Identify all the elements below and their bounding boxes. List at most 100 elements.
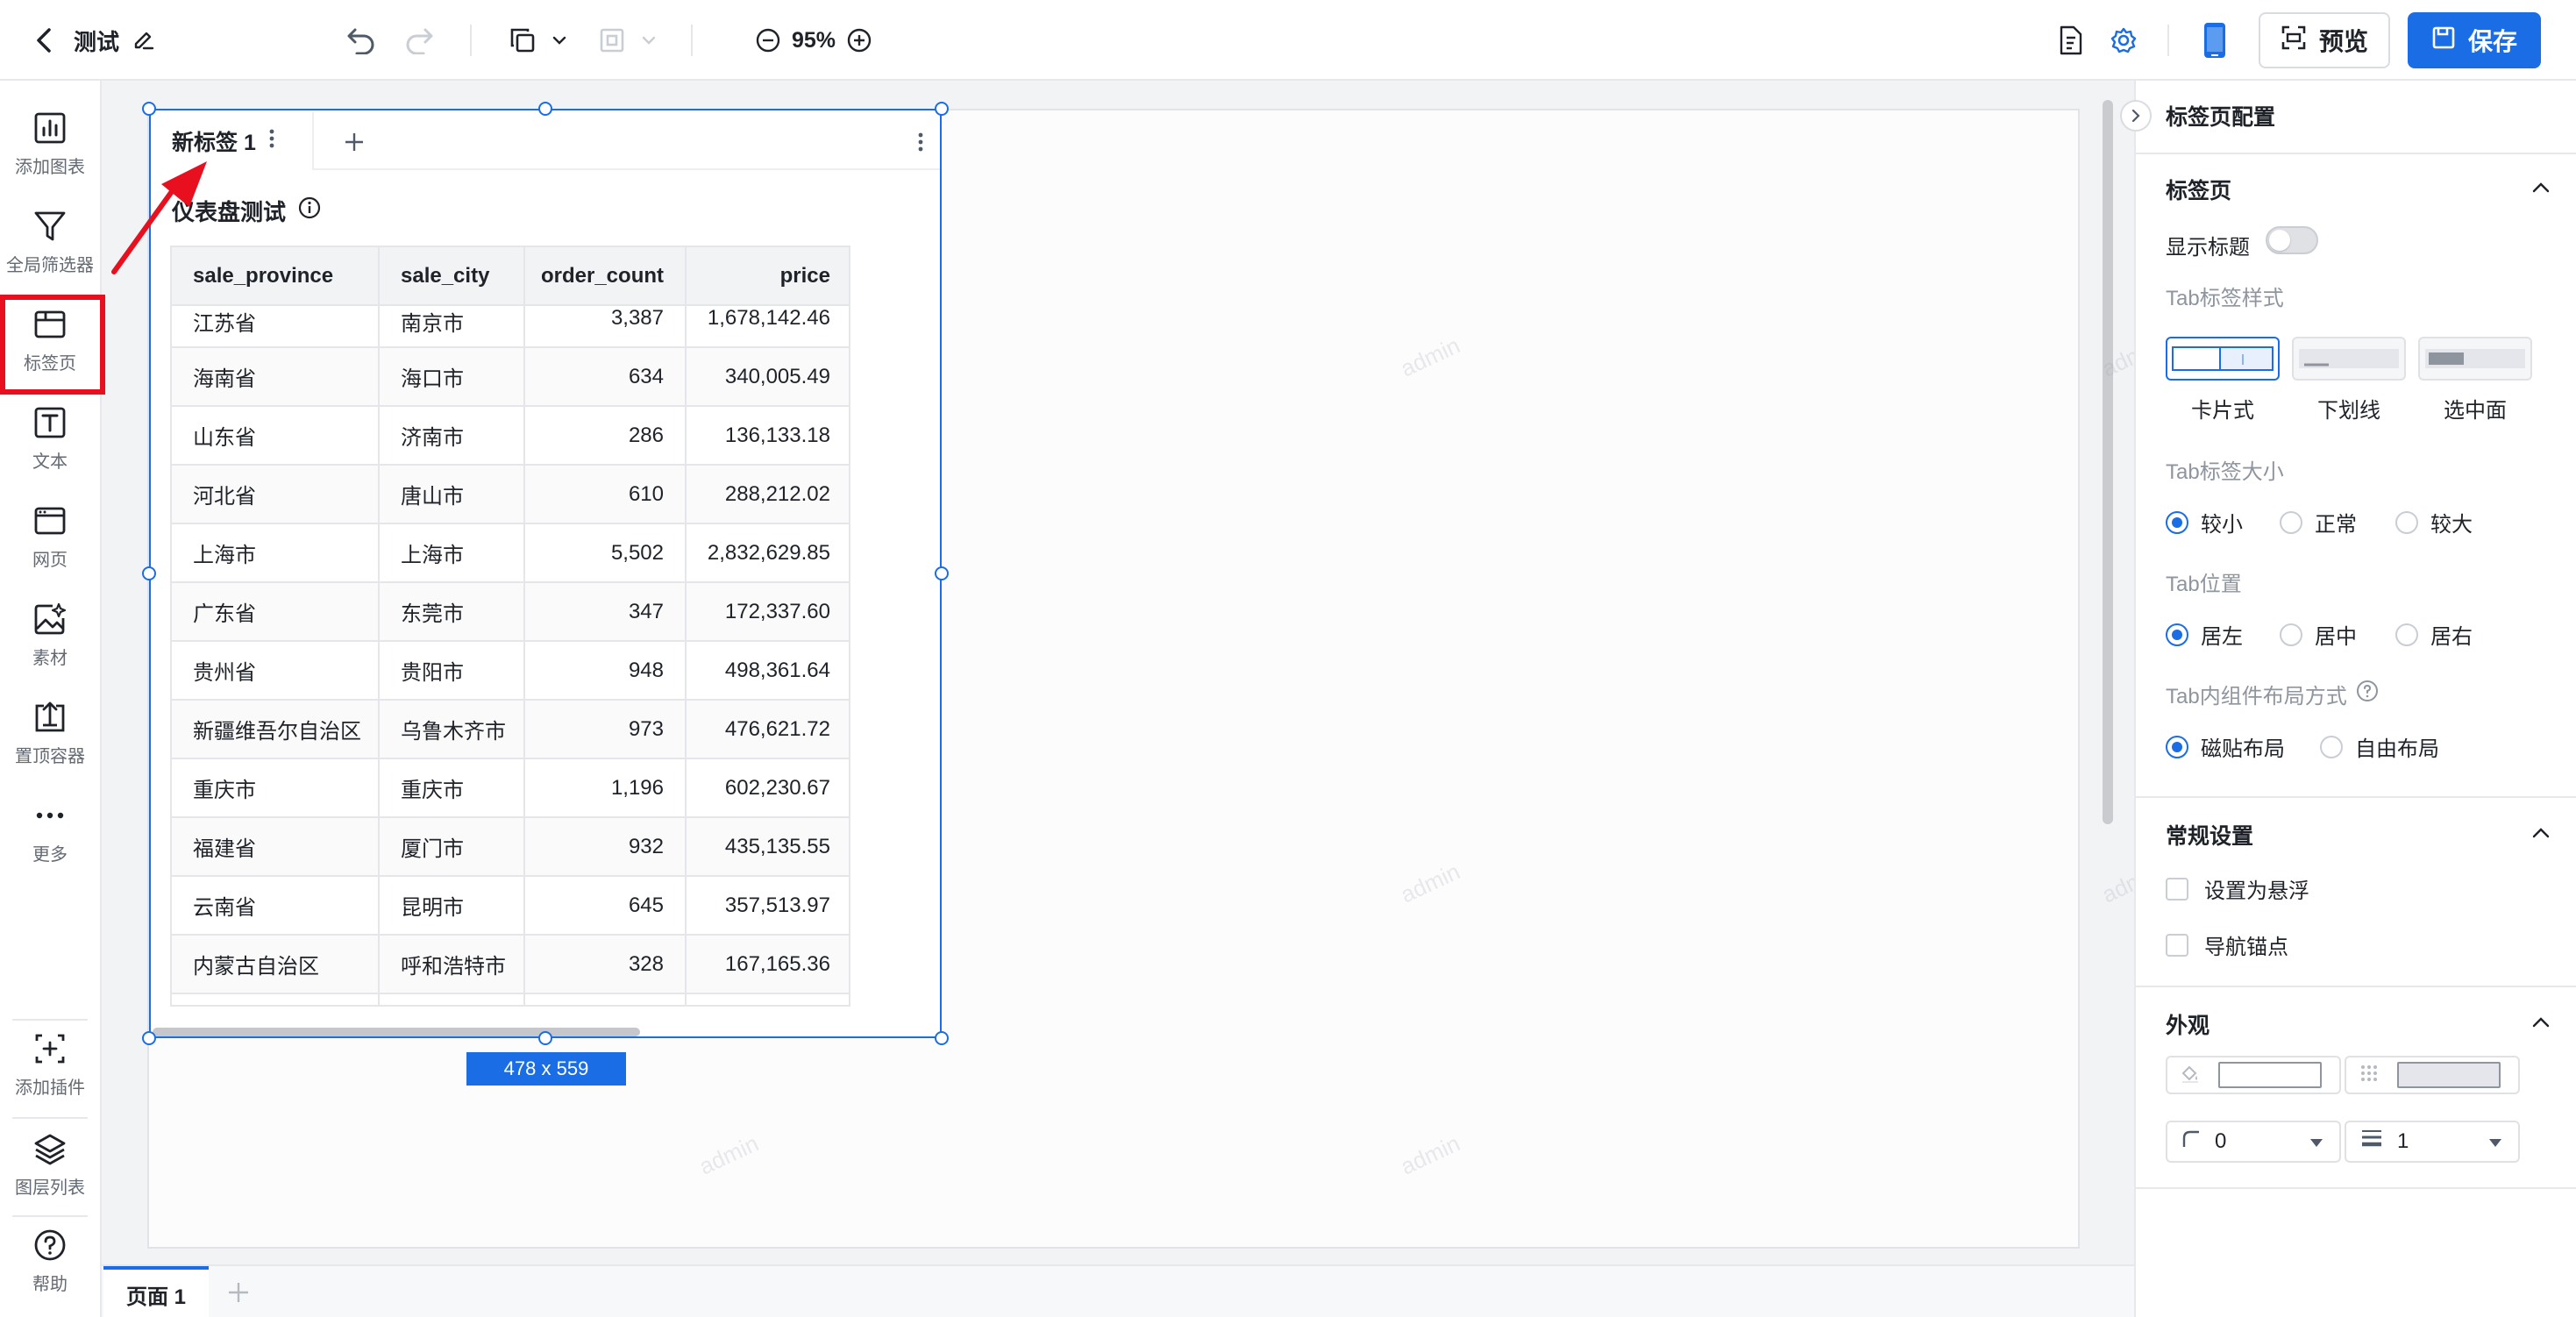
- sidebar-item-help[interactable]: 帮助: [0, 1217, 100, 1305]
- tab-container-widget[interactable]: 新标签 1 仪表盘测试 sale_province sale_city orde…: [149, 109, 942, 1038]
- edit-pencil-icon[interactable]: [128, 25, 160, 56]
- radio-option-left[interactable]: 居左: [2166, 619, 2280, 650]
- help-circle-icon[interactable]: [2356, 680, 2379, 708]
- radio-button[interactable]: [2166, 510, 2188, 534]
- table-row[interactable]: 贵州省 贵阳市 948 498,361.64: [172, 641, 849, 701]
- save-button[interactable]: 保存: [2408, 12, 2541, 68]
- radio-button[interactable]: [2166, 735, 2188, 758]
- table-row[interactable]: 河北省 唐山市 610 288,212.02: [172, 465, 849, 524]
- table-row[interactable]: 广东省 东莞市 347 172,337.60: [172, 582, 849, 642]
- sidebar-item-global-filter[interactable]: 全局筛选器: [0, 198, 100, 286]
- anchor-checkbox-option[interactable]: 导航锚点: [2166, 929, 2288, 960]
- resize-handle[interactable]: [935, 1031, 949, 1045]
- redo-icon[interactable]: [400, 21, 438, 60]
- table-row[interactable]: 重庆市 重庆市 1,196 602,230.67: [172, 758, 849, 818]
- section-collapse-chevron-icon[interactable]: [2525, 1007, 2557, 1038]
- resize-handle[interactable]: [142, 102, 156, 116]
- fill-color-picker[interactable]: [2166, 1056, 2341, 1094]
- radio-option-free-layout[interactable]: 自由布局: [2320, 731, 2439, 762]
- mobile-preview-icon[interactable]: [2197, 18, 2232, 63]
- collapse-panel-chevron-icon[interactable]: [2120, 100, 2152, 132]
- radio-button[interactable]: [2280, 623, 2302, 646]
- editor-canvas[interactable]: admin admin admin admin admin admin admi…: [102, 81, 2166, 1264]
- table-row[interactable]: 上海市 上海市 5,502 2,832,629.85: [172, 523, 849, 583]
- column-header[interactable]: sale_city: [379, 247, 525, 306]
- horizontal-scrollbar[interactable]: [153, 1028, 640, 1036]
- add-page-plus-icon[interactable]: [221, 1275, 256, 1310]
- table-row[interactable]: 海南省 海口市 634 340,005.49: [172, 347, 849, 407]
- tab-style-filled-option[interactable]: [2418, 337, 2532, 381]
- sidebar-item-tab-page[interactable]: 标签页: [0, 296, 100, 384]
- table-cell: 东莞市: [379, 582, 525, 642]
- info-icon[interactable]: [298, 196, 321, 225]
- radio-option-tile-layout[interactable]: 磁贴布局: [2166, 731, 2320, 762]
- sidebar-item-more[interactable]: 更多: [0, 787, 100, 875]
- resize-handle[interactable]: [142, 1031, 156, 1045]
- show-title-label: 显示标题: [2166, 236, 2250, 260]
- radio-option-right[interactable]: 居右: [2395, 619, 2473, 650]
- border-width-select[interactable]: 1: [2345, 1121, 2520, 1163]
- column-header[interactable]: price: [686, 247, 849, 306]
- copy-icon[interactable]: [503, 21, 542, 60]
- sidebar-item-add-chart[interactable]: 添加图表: [0, 100, 100, 188]
- tab-menu-icon[interactable]: [268, 128, 275, 155]
- sidebar-item-add-plugin[interactable]: 添加插件: [0, 1021, 100, 1108]
- radio-button[interactable]: [2166, 623, 2188, 646]
- table-row[interactable]: 内蒙古自治区 呼和浩特市 328 167,165.36: [172, 935, 849, 994]
- vertical-scrollbar[interactable]: [2103, 100, 2113, 824]
- background-pattern-picker[interactable]: [2345, 1056, 2520, 1094]
- table-row[interactable]: 江苏省 南京市 3,387 1,678,142.46: [172, 305, 849, 348]
- code-file-icon[interactable]: [2052, 21, 2090, 60]
- sidebar-item-webpage[interactable]: 网页: [0, 493, 100, 580]
- page-tab-1[interactable]: 页面 1: [103, 1266, 209, 1317]
- sidebar-item-text[interactable]: 文本: [0, 395, 100, 482]
- table-row[interactable]: 云南省 昆明市 645 357,513.97: [172, 876, 849, 936]
- checkbox[interactable]: [2166, 933, 2188, 957]
- table-row[interactable]: 山东省 济南市 286 136,133.18: [172, 406, 849, 466]
- table-cell: 973: [524, 700, 687, 759]
- show-title-toggle[interactable]: [2266, 226, 2318, 254]
- tab-style-card-option[interactable]: [2166, 337, 2280, 381]
- section-collapse-chevron-icon[interactable]: [2525, 817, 2557, 849]
- back-arrow-icon[interactable]: [26, 21, 61, 60]
- section-title-appearance: 外观: [2166, 1014, 2210, 1038]
- resize-handle[interactable]: [935, 566, 949, 580]
- sidebar-item-pin-container[interactable]: 置顶容器: [0, 689, 100, 777]
- resize-handle[interactable]: [935, 102, 949, 116]
- checkbox[interactable]: [2166, 877, 2188, 901]
- radio-option-small[interactable]: 较小: [2166, 507, 2280, 537]
- corner-radius-select[interactable]: 0: [2166, 1121, 2341, 1163]
- zoom-in-icon[interactable]: [842, 23, 877, 58]
- copy-dropdown-chevron-icon[interactable]: [547, 26, 572, 54]
- radio-label: 自由布局: [2355, 737, 2439, 761]
- radio-button[interactable]: [2280, 510, 2302, 534]
- paint-bucket-icon: [2180, 1063, 2201, 1088]
- radio-button[interactable]: [2395, 623, 2418, 646]
- tab-style-underline-option[interactable]: [2292, 337, 2406, 381]
- table-row[interactable]: 新疆维吾尔自治区 乌鲁木齐市 973 476,621.72: [172, 700, 849, 759]
- paste-icon[interactable]: [593, 21, 631, 60]
- zoom-out-icon[interactable]: [751, 23, 786, 58]
- add-tab-plus-icon[interactable]: [335, 123, 374, 161]
- column-header[interactable]: order_count: [524, 247, 687, 306]
- paste-dropdown-chevron-icon[interactable]: [637, 26, 661, 54]
- sidebar-item-layers[interactable]: 图层列表: [0, 1121, 100, 1208]
- resize-handle[interactable]: [538, 102, 552, 116]
- radio-option-normal[interactable]: 正常: [2280, 507, 2395, 537]
- gear-icon[interactable]: [2104, 21, 2143, 60]
- sidebar-item-material[interactable]: 素材: [0, 591, 100, 679]
- undo-icon[interactable]: [342, 21, 381, 60]
- resize-handle[interactable]: [538, 1031, 552, 1045]
- resize-handle[interactable]: [142, 566, 156, 580]
- table-cell: 498,361.64: [686, 641, 849, 701]
- radio-option-large[interactable]: 较大: [2395, 507, 2473, 537]
- float-checkbox-option[interactable]: 设置为悬浮: [2166, 873, 2309, 904]
- data-table[interactable]: sale_province sale_city order_count pric…: [170, 246, 850, 1007]
- table-row[interactable]: 福建省 厦门市 932 435,135.55: [172, 817, 849, 877]
- tab-bar-more-icon[interactable]: [908, 123, 933, 161]
- section-collapse-chevron-icon[interactable]: [2525, 172, 2557, 203]
- radio-button[interactable]: [2320, 735, 2343, 758]
- radio-button[interactable]: [2395, 510, 2418, 534]
- preview-button[interactable]: 预览: [2259, 12, 2390, 68]
- radio-option-center[interactable]: 居中: [2280, 619, 2395, 650]
